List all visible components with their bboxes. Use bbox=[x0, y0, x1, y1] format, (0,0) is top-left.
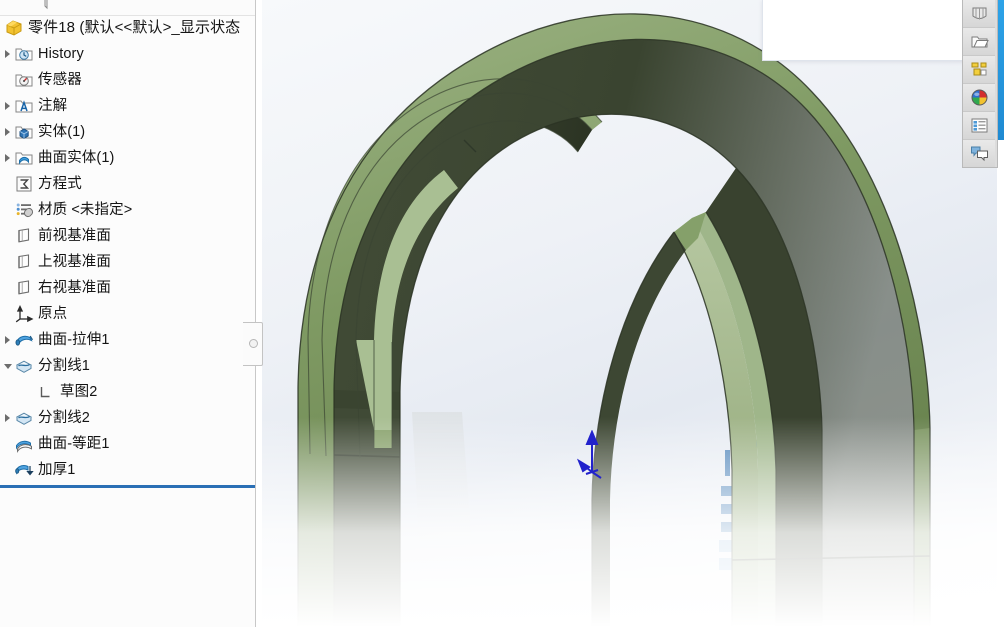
view-toolbar-stack bbox=[962, 0, 998, 168]
tree-row-1[interactable]: 传感器 bbox=[0, 67, 255, 93]
tree-row-2[interactable]: 注解 bbox=[0, 93, 255, 119]
tree-expand-toggle-0[interactable] bbox=[4, 41, 14, 67]
tree-root-label: 零件18 (默认<<默认>_显示状态 bbox=[28, 19, 241, 36]
surface-bodies-folder-icon bbox=[14, 148, 34, 168]
tree-item-label: 曲面-等距1 bbox=[38, 436, 110, 452]
plane-icon bbox=[14, 252, 34, 272]
toolbar-accent-lower bbox=[997, 140, 1004, 627]
tree-item-label: 草图2 bbox=[60, 384, 98, 400]
tree-row-11[interactable]: 曲面-拉伸1 bbox=[0, 327, 255, 353]
tree-item-label: 分割线2 bbox=[38, 410, 90, 426]
tree-row-10[interactable]: 原点 bbox=[0, 301, 255, 327]
blank-popup-panel[interactable] bbox=[762, 0, 967, 61]
hidden-geometry-folder-icon[interactable] bbox=[963, 28, 995, 56]
tree-row-15[interactable]: 曲面-等距1 bbox=[0, 431, 255, 457]
history-folder-icon bbox=[14, 44, 34, 64]
tree-row-root[interactable]: 零件18 (默认<<默认>_显示状态 bbox=[0, 15, 255, 41]
tree-item-label: 传感器 bbox=[38, 72, 82, 88]
tree-item-label: History bbox=[38, 46, 84, 62]
tree-item-label: 实体(1) bbox=[38, 124, 86, 140]
tree-row-8[interactable]: 上视基准面 bbox=[0, 249, 255, 275]
scene-list-icon[interactable] bbox=[963, 112, 995, 140]
equations-icon bbox=[14, 174, 34, 194]
tree-item-label: 前视基准面 bbox=[38, 228, 111, 244]
view-orientation-icon[interactable] bbox=[963, 0, 995, 28]
tree-item-label: 加厚1 bbox=[38, 462, 76, 478]
tree-row-7[interactable]: 前视基准面 bbox=[0, 223, 255, 249]
material-icon bbox=[14, 200, 34, 220]
tree-row-4[interactable]: 曲面实体(1) bbox=[0, 145, 255, 171]
tree-top-strip bbox=[0, 0, 255, 16]
thicken-icon bbox=[14, 460, 34, 480]
tree-row-13[interactable]: 草图2 bbox=[0, 379, 255, 405]
splitter-grip-dot bbox=[249, 339, 258, 348]
tree-row-12[interactable]: 分割线1 bbox=[0, 353, 255, 379]
graphics-viewport[interactable] bbox=[262, 0, 1004, 627]
sensor-folder-icon bbox=[14, 70, 34, 90]
tree-item-label: 右视基准面 bbox=[38, 280, 111, 296]
tree-row-16[interactable]: 加厚1 bbox=[0, 457, 255, 483]
floor-fade bbox=[262, 417, 1004, 627]
tree-row-0[interactable]: History bbox=[0, 41, 255, 67]
origin-triad bbox=[576, 430, 602, 479]
tree-item-list: History 传感器注解实体(1) 曲面实体(1) 方程式材质 <未指定> 前视基准面… bbox=[0, 41, 255, 483]
sketch-icon bbox=[36, 382, 56, 402]
surface-extrude-icon bbox=[14, 330, 34, 350]
panel-splitter-handle[interactable] bbox=[243, 322, 263, 366]
tree-item-label: 材质 <未指定> bbox=[38, 202, 133, 218]
toolbar-accent-bar bbox=[997, 0, 1004, 140]
tree-expand-toggle-4[interactable] bbox=[4, 145, 14, 171]
tree-row-14[interactable]: 分割线2 bbox=[0, 405, 255, 431]
view-toolbar bbox=[962, 0, 1004, 627]
tree-item-label: 注解 bbox=[38, 98, 68, 114]
tree-item-label: 上视基准面 bbox=[38, 254, 111, 270]
tree-row-5[interactable]: 方程式 bbox=[0, 171, 255, 197]
tree-expand-toggle-2[interactable] bbox=[4, 93, 14, 119]
split-line-icon bbox=[14, 356, 34, 376]
part-icon bbox=[4, 18, 24, 38]
appearance-sphere-icon[interactable] bbox=[963, 84, 995, 112]
feature-manager-panel: 零件18 (默认<<默认>_显示状态 History 传感器注解实体(1) 曲面实体… bbox=[0, 0, 256, 627]
annotations-folder-icon bbox=[14, 96, 34, 116]
origin-icon bbox=[14, 304, 34, 324]
tree-row-9[interactable]: 右视基准面 bbox=[0, 275, 255, 301]
feature-tree[interactable]: 零件18 (默认<<默认>_显示状态 History 传感器注解实体(1) 曲面实体… bbox=[0, 15, 255, 483]
filter-icon[interactable] bbox=[38, 0, 54, 14]
tree-item-label: 曲面实体(1) bbox=[38, 150, 115, 166]
tree-expand-toggle-14[interactable] bbox=[4, 405, 14, 431]
display-style-icon[interactable] bbox=[963, 56, 995, 84]
plane-icon bbox=[14, 226, 34, 246]
surface-offset-icon bbox=[14, 434, 34, 454]
tree-item-label: 方程式 bbox=[38, 176, 82, 192]
tree-expand-toggle-12[interactable] bbox=[4, 353, 14, 379]
tree-row-6[interactable]: 材质 <未指定> bbox=[0, 197, 255, 223]
plane-icon bbox=[14, 278, 34, 298]
tree-item-label: 原点 bbox=[38, 306, 68, 322]
tree-row-3[interactable]: 实体(1) bbox=[0, 119, 255, 145]
split-line-icon bbox=[14, 408, 34, 428]
solidworks-window: 零件18 (默认<<默认>_显示状态 History 传感器注解实体(1) 曲面实体… bbox=[0, 0, 1004, 627]
tree-expand-toggle-3[interactable] bbox=[4, 119, 14, 145]
rollback-bar[interactable] bbox=[0, 485, 255, 488]
comments-icon[interactable] bbox=[963, 140, 995, 167]
tree-expand-toggle-11[interactable] bbox=[4, 327, 14, 353]
solid-bodies-folder-icon bbox=[14, 122, 34, 142]
tree-item-label: 曲面-拉伸1 bbox=[38, 332, 110, 348]
tree-item-label: 分割线1 bbox=[38, 358, 90, 374]
